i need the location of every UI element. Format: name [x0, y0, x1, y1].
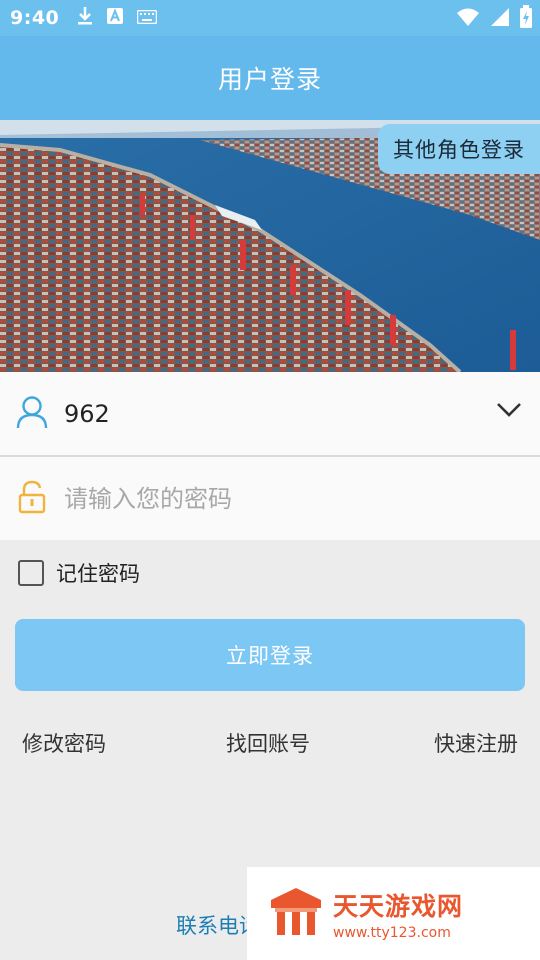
watermark-name: 天天游戏网 — [333, 891, 464, 921]
change-password-link[interactable]: 修改密码 — [22, 728, 106, 758]
page-title: 用户登录 — [217, 65, 322, 94]
recover-account-link[interactable]: 找回账号 — [226, 728, 310, 758]
watermark-logo-icon — [267, 886, 325, 942]
password-row — [0, 457, 540, 540]
lock-icon — [18, 480, 46, 518]
remember-password[interactable]: 记住密码 — [18, 558, 140, 588]
signal-icon — [490, 6, 510, 32]
header: 用户登录 — [0, 36, 540, 120]
other-role-login-button[interactable]: 其他角色登录 — [378, 124, 540, 174]
watermark: 天天游戏网 www.tty123.com — [247, 867, 540, 960]
download-icon — [77, 6, 93, 30]
quick-register-link[interactable]: 快速注册 — [434, 728, 518, 758]
wifi-icon — [456, 6, 480, 32]
status-bar: 9:40 — [0, 0, 540, 36]
user-icon — [16, 395, 48, 433]
password-input[interactable] — [62, 483, 486, 514]
status-time: 9:40 — [10, 7, 60, 29]
keyboard-icon — [137, 9, 158, 28]
chevron-down-icon[interactable] — [496, 402, 522, 422]
account-value: 962 — [64, 399, 110, 428]
battery-icon — [520, 5, 532, 33]
links-row: 修改密码 找回账号 快速注册 — [0, 728, 540, 760]
a-icon — [107, 8, 124, 28]
remember-checkbox[interactable] — [18, 560, 44, 586]
remember-label: 记住密码 — [56, 562, 140, 586]
login-button[interactable]: 立即登录 — [15, 619, 525, 691]
account-field[interactable]: 962 — [0, 372, 540, 457]
watermark-url: www.tty123.com — [333, 924, 451, 941]
